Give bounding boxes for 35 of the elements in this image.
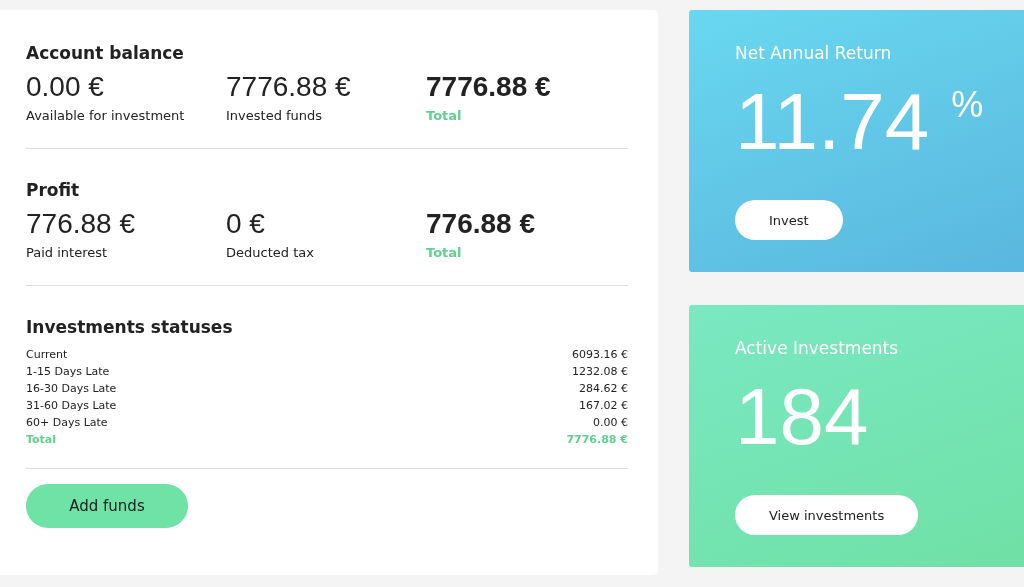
- amount-value: 776.88 €: [426, 207, 536, 241]
- status-label: 16-30 Days Late: [26, 381, 117, 397]
- amount-value: 0.00 €: [26, 70, 105, 104]
- amount-label: Available for investment: [26, 107, 186, 125]
- amount-label: Deducted tax: [226, 244, 315, 262]
- section-title: Account balance: [26, 42, 185, 64]
- status-amount: 284.62 €: [579, 381, 628, 397]
- status-label: 60+ Days Late: [26, 415, 108, 431]
- status-label: 31-60 Days Late: [26, 398, 117, 414]
- status-amount: 0.00 €: [593, 415, 628, 431]
- amount-label: Paid interest: [26, 244, 109, 262]
- stat-button[interactable]: View investments: [735, 495, 919, 535]
- amount-label: Invested funds: [226, 107, 324, 125]
- amount-value: 776.88 €: [26, 207, 136, 241]
- section-title: Investments statuses: [26, 316, 234, 338]
- amount-value: 7776.88 €: [426, 70, 552, 104]
- status-amount: 1232.08 €: [572, 364, 628, 380]
- add-funds-button[interactable]: Add funds: [26, 484, 188, 528]
- stat-button[interactable]: Invest: [735, 200, 843, 240]
- status-label: Current: [26, 347, 68, 363]
- status-label: Total: [26, 432, 57, 448]
- amount-label: Total: [426, 107, 463, 125]
- stat-title: Net Annual Return: [735, 42, 892, 64]
- amount-value: 7776.88 €: [226, 70, 352, 104]
- stat-value: 184: [735, 371, 869, 463]
- stat-unit: %: [951, 84, 984, 126]
- status-amount: 6093.16 €: [572, 347, 628, 363]
- section-title: Profit: [26, 179, 81, 201]
- amount-value: 0 €: [226, 207, 266, 241]
- stat-value: 11.74: [735, 76, 930, 168]
- amount-label: Total: [426, 244, 463, 262]
- status-amount: 167.02 €: [579, 398, 628, 414]
- status-label: 1-15 Days Late: [26, 364, 110, 380]
- status-amount: 7776.88 €: [566, 432, 628, 448]
- stat-title: Active Investments: [735, 337, 899, 359]
